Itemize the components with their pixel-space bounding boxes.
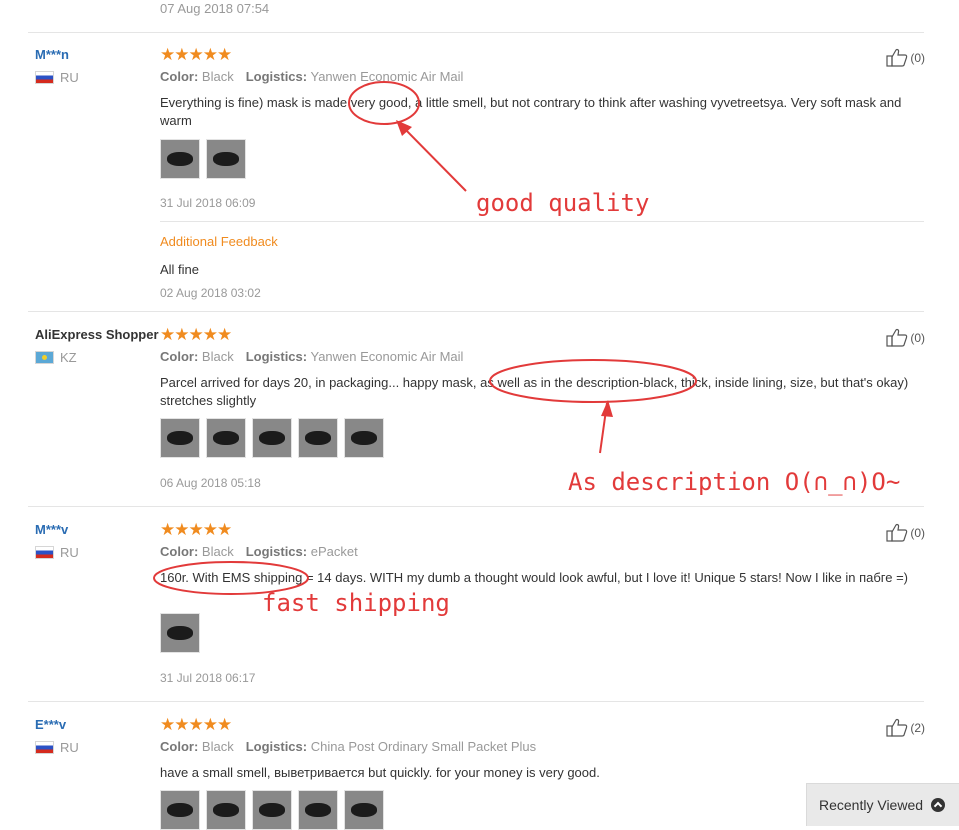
recently-viewed-label: Recently Viewed xyxy=(819,797,924,813)
review-text: have a small smell, выветривается but qu… xyxy=(160,765,600,780)
annotation-good-quality: good quality xyxy=(476,189,650,217)
helpful-button[interactable]: (0) xyxy=(886,523,925,542)
review-photo-thumbnail[interactable] xyxy=(160,139,200,179)
review-text: 160r. With EMS shipping = 14 days. WITH … xyxy=(160,570,909,585)
star-rating: ★★★★★ xyxy=(160,45,232,64)
review-photos xyxy=(160,418,384,458)
review-date: 06 Aug 2018 05:18 xyxy=(160,476,261,490)
review-photo-thumbnail[interactable] xyxy=(160,613,200,653)
reviewer-name[interactable]: M***v xyxy=(35,522,68,537)
order-info: Color: Black Logistics: Yanwen Economic A… xyxy=(160,69,464,84)
review-date: 31 Jul 2018 06:09 xyxy=(160,196,256,210)
helpful-button[interactable]: (0) xyxy=(886,48,925,67)
thumbs-up-icon xyxy=(886,718,908,737)
review-photo-thumbnail[interactable] xyxy=(298,418,338,458)
recently-viewed-button[interactable]: Recently Viewed xyxy=(806,783,959,826)
annotation-arrow-description xyxy=(599,402,608,454)
star-rating: ★★★★★ xyxy=(160,325,232,344)
reviewer-country: RU xyxy=(35,740,79,755)
thumbs-up-icon xyxy=(886,328,908,347)
review-divider xyxy=(28,311,924,312)
review-photo-thumbnail[interactable] xyxy=(206,139,246,179)
helpful-button[interactable]: (0) xyxy=(886,328,925,347)
reviewer-name[interactable]: E***v xyxy=(35,717,66,732)
helpful-count: (2) xyxy=(910,720,925,735)
russia-flag-icon xyxy=(35,71,54,84)
review-text: Everything is fine) mask is made very go… xyxy=(160,95,902,128)
annotation-as-description: As description O(∩_∩)O~ xyxy=(568,468,901,496)
annotation-fast-shipping: fast shipping xyxy=(262,589,450,617)
kazakhstan-flag-icon xyxy=(35,351,54,364)
thumbs-up-icon xyxy=(886,48,908,67)
order-info: Color: Black Logistics: Yanwen Economic A… xyxy=(160,349,464,364)
reviewer-name: AliExpress Shopper xyxy=(35,327,159,342)
russia-flag-icon xyxy=(35,546,54,559)
helpful-count: (0) xyxy=(910,50,925,65)
chevron-up-circle-icon xyxy=(931,798,946,812)
reviewer-country: RU xyxy=(35,70,79,85)
helpful-button[interactable]: (2) xyxy=(886,718,925,737)
russia-flag-icon xyxy=(35,741,54,754)
additional-feedback-title: Additional Feedback xyxy=(160,234,278,249)
order-info: Color: Black Logistics: China Post Ordina… xyxy=(160,739,537,754)
review-photo-thumbnail[interactable] xyxy=(160,418,200,458)
thumbs-up-icon xyxy=(886,523,908,542)
annotation-arrow-good xyxy=(399,123,467,192)
reviewer-country: KZ xyxy=(35,350,77,365)
review-divider xyxy=(28,701,924,702)
review-photo-thumbnail[interactable] xyxy=(160,790,200,830)
review-photos xyxy=(160,139,246,179)
star-rating: ★★★★★ xyxy=(160,715,232,734)
reviewer-country: RU xyxy=(35,545,79,560)
review-photo-thumbnail[interactable] xyxy=(298,790,338,830)
review-date: 31 Jul 2018 06:17 xyxy=(160,671,256,685)
review-photo-thumbnail[interactable] xyxy=(206,418,246,458)
additional-feedback-divider xyxy=(160,221,924,222)
previous-review-date: 07 Aug 2018 07:54 xyxy=(160,1,270,16)
review-photo-thumbnail[interactable] xyxy=(344,418,384,458)
review-photo-thumbnail[interactable] xyxy=(344,790,384,830)
star-rating: ★★★★★ xyxy=(160,520,232,539)
review-photo-thumbnail[interactable] xyxy=(252,418,292,458)
review-divider xyxy=(28,506,924,507)
reviewer-name[interactable]: M***n xyxy=(35,47,69,62)
review-photo-thumbnail[interactable] xyxy=(252,790,292,830)
review-divider xyxy=(28,32,924,33)
additional-feedback-date: 02 Aug 2018 03:02 xyxy=(160,286,261,300)
order-info: Color: Black Logistics: ePacket xyxy=(160,544,358,559)
helpful-count: (0) xyxy=(910,525,925,540)
review-photos xyxy=(160,613,200,653)
review-photos xyxy=(160,790,384,830)
review-text: Parcel arrived for days 20, in packaging… xyxy=(160,375,909,408)
additional-feedback-text: All fine xyxy=(160,262,200,277)
review-photo-thumbnail[interactable] xyxy=(206,790,246,830)
helpful-count: (0) xyxy=(910,330,925,345)
